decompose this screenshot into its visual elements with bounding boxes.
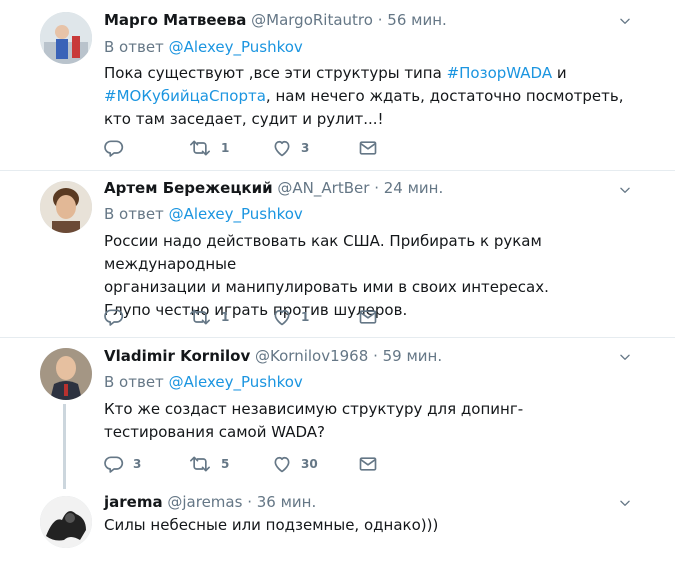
chevron-down-icon[interactable] [618, 496, 632, 510]
tweet[interactable]: jarema @jaremas · 36 мин. Силы небесные … [0, 488, 675, 576]
tweet-text-part: Пока существуют ,все эти структуры типа [104, 64, 447, 82]
tweet[interactable]: Марго Матвеева @MargoRitautro · 56 мин. … [0, 0, 675, 170]
direct-message-button[interactable] [358, 138, 378, 158]
separator-dot: · [247, 493, 252, 511]
retweet-button[interactable]: 1 [188, 307, 229, 327]
heart-icon [272, 138, 292, 158]
reply-to-link[interactable]: @Alexey_Pushkov [169, 38, 303, 56]
avatar[interactable] [40, 12, 92, 64]
author-name[interactable]: Марго Матвеева [104, 11, 246, 29]
author-handle[interactable]: @AN_ArtBer [277, 179, 369, 197]
reply-to-label: В ответ [104, 205, 164, 223]
hashtag-link[interactable]: #МОКубийцаСпорта [104, 87, 266, 105]
timestamp[interactable]: 59 мин. [383, 347, 443, 365]
retweet-count: 1 [221, 141, 230, 155]
avatar[interactable] [40, 348, 92, 400]
heart-icon [272, 454, 292, 474]
tweet-text-part: и [552, 64, 567, 82]
reply-to-link[interactable]: @Alexey_Pushkov [169, 205, 303, 223]
author-name[interactable]: jarema [104, 493, 163, 511]
timestamp[interactable]: 56 мин. [387, 11, 447, 29]
direct-message-button[interactable] [358, 307, 378, 327]
retweet-icon [188, 454, 212, 474]
direct-message-button[interactable] [358, 454, 378, 474]
envelope-icon [358, 454, 378, 474]
tweet-text: Силы небесные или подземные, однако))) [104, 516, 439, 534]
avatar[interactable] [40, 496, 92, 548]
author-handle[interactable]: @jaremas [167, 493, 242, 511]
tweet-text: Кто же создаст независимую структуру для… [104, 400, 524, 441]
heart-icon [272, 307, 292, 327]
reply-to-link[interactable]: @Alexey_Pushkov [169, 373, 303, 391]
timestamp[interactable]: 36 мин. [257, 493, 317, 511]
chevron-down-icon[interactable] [618, 14, 632, 28]
timestamp[interactable]: 24 мин. [384, 179, 444, 197]
separator-dot: · [377, 11, 383, 29]
reply-button[interactable]: 3 [104, 454, 141, 474]
author-handle[interactable]: @Kornilov1968 [255, 347, 368, 365]
reply-icon [104, 307, 124, 327]
tweet-text-line: России надо действовать как США. Прибира… [104, 232, 542, 273]
reply-button[interactable] [104, 307, 133, 327]
like-count: 30 [301, 457, 318, 471]
retweet-button[interactable]: 1 [188, 138, 229, 158]
chevron-down-icon[interactable] [618, 350, 632, 364]
retweet-count: 1 [221, 310, 230, 324]
like-button[interactable]: 30 [272, 454, 318, 474]
author-name[interactable]: Артем Бережецкий [104, 179, 273, 197]
reply-to-label: В ответ [104, 373, 164, 391]
reply-icon [104, 454, 124, 474]
tweet[interactable]: Vladimir Kornilov @Kornilov1968 · 59 мин… [0, 338, 675, 489]
reply-button[interactable] [104, 138, 133, 158]
retweet-count: 5 [221, 457, 230, 471]
tweet-text: Пока существуют ,все эти структуры типа … [104, 62, 624, 131]
separator-dot: · [373, 347, 378, 365]
hashtag-link[interactable]: #ПозорWADA [447, 64, 553, 82]
tweet-text-line: организации и манипулировать ими в своих… [104, 278, 549, 296]
thread-connector [63, 404, 66, 489]
author-name[interactable]: Vladimir Kornilov [104, 347, 250, 365]
author-handle[interactable]: @MargoRitautro [251, 11, 373, 29]
avatar[interactable] [40, 181, 92, 233]
tweet[interactable]: Артем Бережецкий @AN_ArtBer · 24 мин. В … [0, 171, 675, 337]
reply-icon [104, 138, 124, 158]
reply-count: 3 [133, 457, 142, 471]
retweet-icon [188, 307, 212, 327]
reply-to-label: В ответ [104, 38, 164, 56]
retweet-icon [188, 138, 212, 158]
retweet-button[interactable]: 5 [188, 454, 229, 474]
like-count: 1 [301, 310, 310, 324]
separator-dot: · [374, 179, 379, 197]
like-button[interactable]: 1 [272, 307, 309, 327]
like-count: 3 [301, 141, 310, 155]
chevron-down-icon[interactable] [618, 183, 632, 197]
like-button[interactable]: 3 [272, 138, 309, 158]
envelope-icon [358, 307, 378, 327]
envelope-icon [358, 138, 378, 158]
